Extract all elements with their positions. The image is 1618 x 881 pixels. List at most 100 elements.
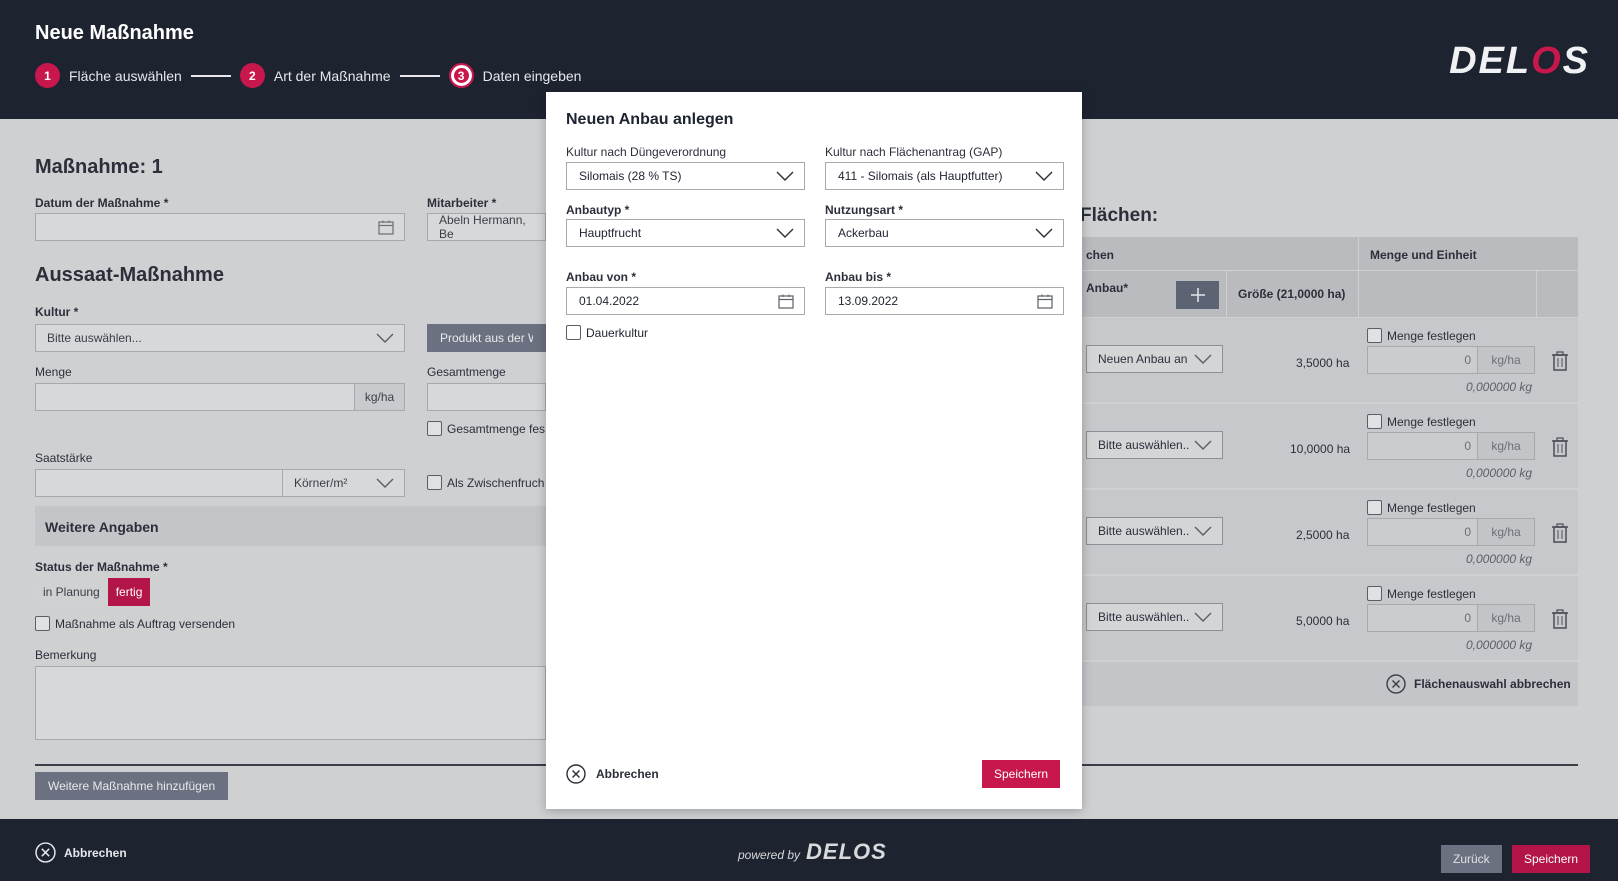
footer-save-button[interactable]: Speichern	[1512, 845, 1591, 873]
add-measure-label: Weitere Maßnahme hinzufügen	[48, 779, 216, 793]
checkbox-box[interactable]	[427, 475, 442, 490]
dialog-save-button[interactable]: Speichern	[982, 760, 1061, 788]
anbau-select[interactable]: Bitte auswählen..	[1086, 517, 1223, 545]
calendar-icon[interactable]	[778, 294, 794, 309]
dauerkultur-checkbox[interactable]: Dauerkultur	[566, 325, 648, 340]
kultur-dvo-select[interactable]: Silomais (28 % TS)	[566, 162, 805, 190]
table-header-menge: Menge und Einheit	[1359, 237, 1578, 270]
powered-by-logo: powered by DELOS	[738, 839, 887, 865]
nutzungsart-select[interactable]: Ackerbau	[825, 219, 1064, 247]
kultur-gap-select[interactable]: 411 - Silomais (als Hauptfutter)	[825, 162, 1064, 190]
close-circle-icon	[1386, 674, 1406, 694]
zwischenfrucht-checkbox[interactable]: Als Zwischenfruch	[427, 475, 544, 490]
menge-input[interactable]: 0	[1367, 432, 1478, 460]
calendar-icon[interactable]	[1037, 294, 1053, 309]
footer-cancel-button[interactable]: Abbrechen	[35, 842, 127, 863]
anbau-select[interactable]: Neuen Anbau an	[1086, 345, 1223, 373]
checkbox-label: Maßnahme als Auftrag versenden	[55, 616, 236, 631]
trash-icon[interactable]	[1551, 523, 1569, 543]
step-connector	[190, 74, 231, 77]
dialog-cancel-button[interactable]: Abbrechen	[566, 764, 659, 784]
checkbox-box[interactable]	[1367, 414, 1382, 429]
add-measure-button[interactable]: Weitere Maßnahme hinzufügen	[35, 772, 229, 800]
add-anbau-button[interactable]	[1176, 281, 1219, 309]
nutzungsart-label: Nutzungsart *	[825, 203, 903, 217]
groesse-value: 5,0000 ha	[1296, 614, 1350, 628]
checkbox-box[interactable]	[1367, 328, 1382, 343]
powered-by-brand: DELOS	[806, 839, 887, 864]
page-title: Neue Maßnahme	[35, 22, 194, 44]
status-option-planung[interactable]: in Planung	[35, 578, 108, 606]
logo-part: O	[1531, 40, 1563, 82]
auftrag-checkbox[interactable]: Maßnahme als Auftrag versenden	[35, 616, 235, 631]
step-number: 2	[239, 63, 265, 88]
kultur-value: Bitte auswählen...	[47, 331, 142, 345]
kultur-select[interactable]: Bitte auswählen...	[35, 324, 405, 352]
status-option-fertig[interactable]: fertig	[107, 578, 151, 606]
menge-input[interactable]: 0	[1367, 518, 1478, 546]
menge-input[interactable]	[35, 383, 355, 411]
anbau-bis-input[interactable]: 13.09.2022	[825, 287, 1064, 315]
bemerkung-textarea[interactable]	[35, 666, 546, 740]
employee-select[interactable]: Abeln Hermann, Be	[427, 213, 546, 241]
chevron-down-icon	[1194, 526, 1212, 536]
kg-value: 0,000000 kg	[1466, 638, 1533, 652]
date-input[interactable]	[35, 213, 405, 241]
checkbox-box[interactable]	[427, 421, 442, 436]
anbau-value: Bitte auswählen..	[1098, 524, 1190, 538]
menge-festlegen-checkbox[interactable]: Menge festlegen	[1367, 500, 1476, 515]
checkbox-box[interactable]	[1367, 586, 1382, 601]
chevron-down-icon	[376, 478, 394, 488]
menge-festlegen-checkbox[interactable]: Menge festlegen	[1367, 586, 1476, 601]
step-2[interactable]: 2 Art der Maßnahme	[239, 63, 391, 88]
step-label: Fläche auswählen	[69, 67, 182, 84]
anbau-von-input[interactable]: 01.04.2022	[566, 287, 805, 315]
anbau-select[interactable]: Bitte auswählen..	[1086, 431, 1223, 459]
menge-input[interactable]: 0	[1367, 346, 1478, 374]
new-anbau-dialog: Neuen Anbau anlegen Kultur nach Düngever…	[546, 92, 1082, 809]
flaechen-title: Flächen:	[1080, 205, 1159, 226]
menge-input[interactable]: 0	[1367, 604, 1478, 632]
anbau-select[interactable]: Bitte auswählen..	[1086, 603, 1223, 631]
saatstaerke-unit-select[interactable]: Körner/m²	[282, 469, 405, 497]
aussaat-title: Aussaat-Maßnahme	[35, 264, 224, 286]
footer-cancel-label: Abbrechen	[64, 845, 127, 860]
step-1[interactable]: 1 Fläche auswählen	[35, 63, 182, 88]
saatstaerke-input[interactable]	[35, 469, 283, 497]
anbau-value: Bitte auswählen..	[1098, 438, 1190, 452]
menge-unit: kg/ha	[1477, 518, 1535, 546]
checkbox-label: Menge festlegen	[1387, 328, 1476, 343]
date-label: Datum der Maßnahme *	[35, 196, 169, 210]
employee-label: Mitarbeiter *	[427, 196, 497, 210]
menge-festlegen-checkbox[interactable]: Menge festlegen	[1367, 328, 1476, 343]
anbautyp-label: Anbautyp *	[566, 203, 630, 217]
menge-unit: kg/ha	[1477, 432, 1535, 460]
gesamtmenge-input[interactable]	[427, 383, 546, 411]
trash-icon[interactable]	[1551, 609, 1569, 629]
dialog-cancel-label: Abbrechen	[596, 767, 659, 781]
chevron-down-icon	[776, 171, 794, 181]
weitere-angaben-panel[interactable]: Weitere Angaben	[35, 506, 546, 546]
nutzungsart-value: Ackerbau	[838, 226, 889, 240]
checkbox-box[interactable]	[1367, 500, 1382, 515]
checkbox-label: Als Zwischenfruch	[447, 475, 545, 490]
chevron-down-icon	[1194, 440, 1212, 450]
powered-by-text: powered by	[738, 848, 801, 862]
gesamtmenge-checkbox[interactable]: Gesamtmenge fes	[427, 421, 545, 436]
checkbox-box[interactable]	[566, 325, 581, 340]
header-label: Anbau*	[1086, 281, 1128, 295]
trash-icon[interactable]	[1551, 351, 1569, 371]
menge-label: Menge	[35, 365, 72, 379]
menge-festlegen-checkbox[interactable]: Menge festlegen	[1367, 414, 1476, 429]
product-button-label: Produkt aus der Wa	[440, 331, 533, 345]
checkbox-box[interactable]	[35, 616, 50, 631]
anbautyp-select[interactable]: Hauptfrucht	[566, 219, 805, 247]
section-title: Maßnahme: 1	[35, 156, 163, 178]
weitere-angaben-title: Weitere Angaben	[45, 519, 159, 535]
kultur-gap-label: Kultur nach Flächenantrag (GAP)	[825, 145, 1003, 159]
back-button[interactable]: Zurück	[1441, 845, 1502, 873]
trash-icon[interactable]	[1551, 437, 1569, 457]
cancel-selection-button[interactable]: Flächenauswahl abbrechen	[1386, 674, 1571, 694]
product-button[interactable]: Produkt aus der Wa	[427, 324, 546, 352]
step-3[interactable]: 3 Daten eingeben	[448, 63, 581, 88]
